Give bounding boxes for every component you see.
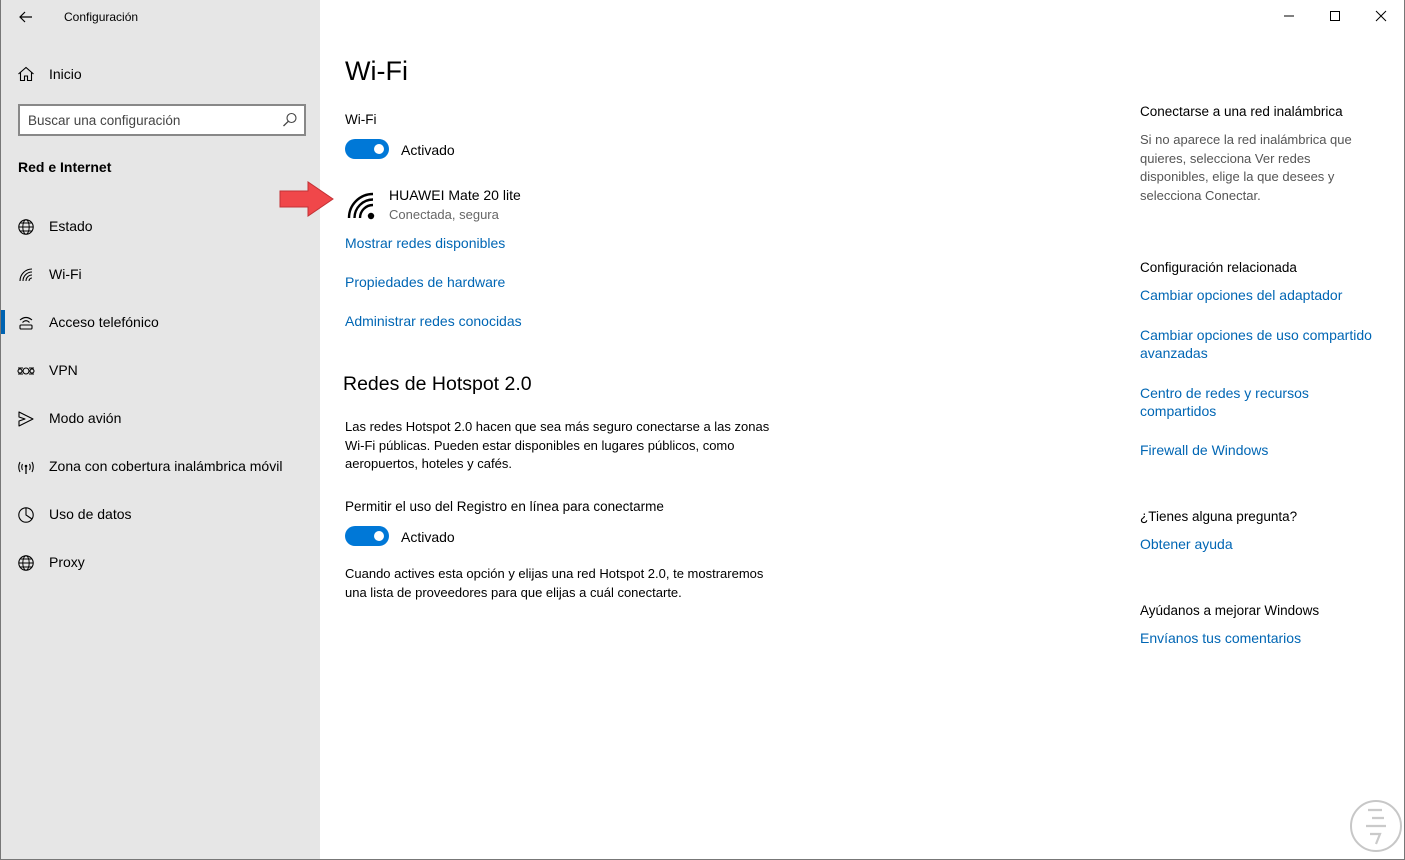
show-networks-link[interactable]: Mostrar redes disponibles — [345, 235, 505, 251]
hardware-properties-link[interactable]: Propiedades de hardware — [345, 274, 505, 290]
link-line: avanzadas — [1140, 345, 1208, 361]
link-line: Cambiar opciones de uso compartido — [1140, 327, 1372, 343]
sharing-options-link[interactable]: Cambiar opciones de uso compartido avanz… — [1140, 326, 1385, 362]
sidebar-item-label: Uso de datos — [49, 506, 132, 522]
sidebar-item-label: Estado — [49, 218, 93, 234]
adapter-options-link[interactable]: Cambiar opciones del adaptador — [1140, 286, 1385, 304]
registry-toggle-label: Permitir el uso del Registro en línea pa… — [345, 499, 664, 514]
registry-note: Cuando actives esta opción y elijas una … — [345, 565, 805, 602]
get-help-link[interactable]: Obtener ayuda — [1140, 535, 1385, 553]
description-line: aeropuertos, hoteles y cafés. — [345, 456, 512, 471]
dialup-icon — [19, 316, 33, 330]
question-heading: ¿Tienes alguna pregunta? — [1140, 509, 1298, 524]
feedback-link[interactable]: Envíanos tus comentarios — [1140, 629, 1385, 647]
minimize-icon — [1284, 15, 1294, 17]
search-icon[interactable] — [282, 112, 298, 128]
description-line: Las redes Hotspot 2.0 hacen que sea más … — [345, 419, 770, 434]
section-title: Red e Internet — [18, 159, 112, 175]
help-line: selecciona Conectar. — [1140, 187, 1261, 203]
connect-help-text: Si no aparece la red inalámbrica que qui… — [1140, 131, 1380, 205]
wifi-signal-icon[interactable] — [346, 190, 378, 222]
sidebar-item-zona-cobertura[interactable]: Zona con cobertura inalámbrica móvil — [1, 450, 321, 498]
wifi-toggle-state: Activado — [401, 142, 455, 158]
minimize-button[interactable] — [1266, 0, 1312, 32]
sidebar-item-vpn[interactable]: VPN — [1, 354, 321, 402]
globe-icon — [18, 219, 34, 235]
hotspot-section-title: Redes de Hotspot 2.0 — [343, 373, 532, 395]
sidebar-item-label: VPN — [49, 362, 78, 378]
network-center-link[interactable]: Centro de redes y recursos compartidos — [1140, 384, 1385, 420]
improve-heading: Ayúdanos a mejorar Windows — [1140, 603, 1320, 618]
sidebar-item-label: Inicio — [49, 66, 82, 82]
firewall-link[interactable]: Firewall de Windows — [1140, 441, 1385, 459]
sidebar-item-acceso-telefonico[interactable]: Acceso telefónico — [1, 306, 321, 354]
hotspot-icon — [18, 461, 34, 474]
sidebar-item-label: Modo avión — [49, 410, 122, 426]
link-line: Centro de redes y recursos — [1140, 385, 1309, 401]
sidebar-item-label: Zona con cobertura inalámbrica móvil — [49, 458, 283, 474]
nav-list: Estado Wi-Fi Acceso telefónico VPN Modo … — [1, 210, 321, 594]
connect-heading: Conectarse a una red inalámbrica — [1140, 104, 1343, 119]
home-icon — [18, 66, 34, 82]
app-title: Configuración — [64, 10, 139, 24]
sidebar-item-modo-avion[interactable]: Modo avión — [1, 402, 321, 450]
sidebar-item-proxy[interactable]: Proxy — [1, 546, 321, 594]
sidebar-item-wifi[interactable]: Wi-Fi — [1, 258, 321, 334]
back-button[interactable] — [13, 6, 39, 28]
registry-toggle[interactable] — [345, 526, 389, 546]
registry-toggle-state: Activado — [401, 529, 455, 545]
globe-icon — [18, 555, 34, 571]
close-button[interactable] — [1358, 0, 1404, 32]
sidebar-item-home[interactable]: Inicio — [1, 58, 321, 90]
sidebar-item-uso-datos[interactable]: Uso de datos — [1, 498, 321, 546]
network-name[interactable]: HUAWEI Mate 20 lite — [389, 187, 521, 203]
help-line: Si no aparece la red inalámbrica que — [1140, 132, 1352, 147]
description-line: Wi-Fi públicas. Pueden estar disponibles… — [345, 437, 735, 453]
note-line: Cuando actives esta opción y elijas una … — [345, 566, 764, 581]
link-line: Cambiar opciones del adaptador — [1140, 287, 1343, 303]
maximize-icon — [1330, 11, 1340, 21]
wifi-icon — [19, 268, 33, 282]
vpn-icon — [17, 367, 35, 375]
sidebar-item-label: Proxy — [49, 554, 85, 570]
back-arrow-icon — [19, 11, 32, 23]
link-line: Firewall de Windows — [1140, 442, 1269, 458]
search-input[interactable] — [28, 111, 278, 129]
main-content: Wi-Fi Wi-Fi Activado HUAWEI Mate 20 lite… — [279, 0, 1405, 860]
sidebar: Configuración Inicio Red e Internet Esta… — [0, 0, 320, 860]
help-line: quieres, selecciona Ver redes — [1140, 150, 1311, 166]
sidebar-item-label: Wi-Fi — [49, 266, 82, 282]
wifi-toggle[interactable] — [345, 139, 389, 159]
close-icon — [1375, 10, 1387, 22]
maximize-button[interactable] — [1312, 0, 1358, 32]
hotspot-description: Las redes Hotspot 2.0 hacen que sea más … — [345, 418, 805, 474]
toggle-knob — [374, 144, 384, 154]
data-usage-icon — [18, 507, 34, 523]
site-logo-watermark — [1350, 800, 1402, 852]
airplane-icon — [18, 411, 34, 427]
page-title: Wi-Fi — [345, 56, 408, 86]
red-arrow-annotation — [279, 181, 334, 217]
search-box[interactable] — [18, 104, 306, 136]
help-line: disponibles, elige la que desees y — [1140, 169, 1335, 184]
note-line: una lista de proveedores para que elijas… — [345, 584, 682, 600]
manage-networks-link[interactable]: Administrar redes conocidas — [345, 313, 522, 329]
sidebar-item-estado[interactable]: Estado — [1, 210, 321, 258]
related-settings-heading: Configuración relacionada — [1140, 260, 1297, 275]
sidebar-item-label: Acceso telefónico — [49, 314, 159, 330]
wifi-toggle-label: Wi-Fi — [345, 112, 377, 127]
network-status: Conectada, segura — [389, 207, 499, 222]
toggle-knob — [374, 531, 384, 541]
link-line: compartidos — [1140, 403, 1217, 419]
